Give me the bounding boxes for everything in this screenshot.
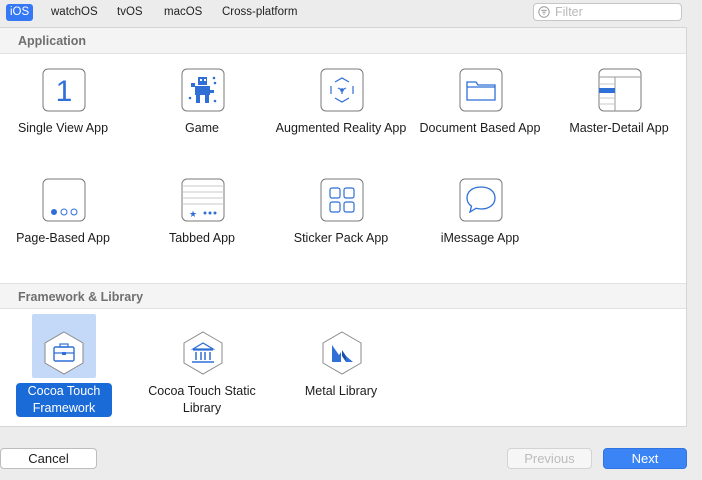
template-single-view-app[interactable]: 1 Single View App — [0, 58, 132, 162]
document-based-icon — [459, 68, 503, 112]
filter-icon — [538, 6, 550, 18]
template-label: Game — [184, 121, 220, 135]
template-label: Master-Detail App — [569, 121, 669, 135]
template-tabbed-app[interactable]: ★ Tabbed App — [133, 168, 271, 272]
template-label: Page-Based App — [16, 231, 110, 245]
cancel-button[interactable]: Cancel — [0, 448, 97, 469]
template-imessage-app[interactable]: iMessage App — [411, 168, 549, 272]
single-view-icon: 1 — [42, 68, 86, 112]
page-based-icon — [42, 178, 86, 222]
template-label: Document Based App — [419, 121, 541, 135]
template-label: Tabbed App — [168, 231, 236, 245]
tab-cross-platform[interactable]: Cross-platform — [218, 4, 301, 21]
master-detail-icon — [598, 68, 642, 112]
tab-macos[interactable]: macOS — [160, 4, 206, 21]
section-header-application: Application — [0, 28, 686, 54]
template-sticker-pack-app[interactable]: Sticker Pack App — [272, 168, 410, 272]
template-label: Augmented Reality App — [275, 121, 407, 135]
template-metal-library[interactable]: Metal Library — [272, 321, 410, 425]
section-title: Framework & Library — [18, 290, 144, 304]
tab-watchos[interactable]: watchOS — [47, 4, 102, 21]
svg-text:1: 1 — [56, 75, 73, 108]
section-header-framework-library: Framework & Library — [0, 283, 686, 309]
next-button[interactable]: Next — [603, 448, 687, 469]
template-document-based-app[interactable]: Document Based App — [411, 58, 549, 162]
template-label: Sticker Pack App — [293, 231, 389, 245]
imessage-icon — [459, 178, 503, 222]
section-title: Application — [18, 34, 87, 48]
filter-field[interactable]: Filter — [533, 3, 682, 21]
template-game[interactable]: Game — [133, 58, 271, 162]
template-augmented-reality-app[interactable]: Augmented Reality App — [272, 58, 410, 162]
static-library-icon — [183, 331, 223, 375]
tab-tvos[interactable]: tvOS — [113, 4, 147, 21]
template-page-based-app[interactable]: Page-Based App — [0, 168, 132, 272]
sticker-pack-icon — [320, 178, 364, 222]
template-label: Cocoa Touch Framework — [16, 383, 112, 417]
augmented-reality-icon — [320, 68, 364, 112]
template-cocoa-touch-framework[interactable]: Cocoa Touch Framework — [0, 314, 138, 425]
platform-tab-bar: iOS watchOS tvOS macOS Cross-platform Fi… — [0, 0, 702, 25]
template-label: Single View App — [17, 121, 109, 135]
svg-text:★: ★ — [189, 210, 197, 220]
tab-ios[interactable]: iOS — [6, 4, 34, 21]
metal-library-icon — [322, 331, 362, 375]
filter-placeholder: Filter — [555, 5, 583, 19]
template-label: Metal Library — [304, 384, 378, 398]
template-label: iMessage App — [440, 231, 520, 245]
cocoa-touch-framework-icon — [44, 331, 84, 375]
template-panel: Application 1 Single View App Game Augme… — [0, 27, 687, 427]
template-cocoa-touch-static-library[interactable]: Cocoa Touch Static Library — [133, 321, 271, 425]
game-icon — [181, 68, 225, 112]
template-master-detail-app[interactable]: Master-Detail App — [550, 58, 686, 162]
tabbed-icon: ★ — [181, 178, 225, 222]
template-label: Cocoa Touch Static Library — [148, 384, 256, 415]
previous-button[interactable]: Previous — [507, 448, 592, 469]
